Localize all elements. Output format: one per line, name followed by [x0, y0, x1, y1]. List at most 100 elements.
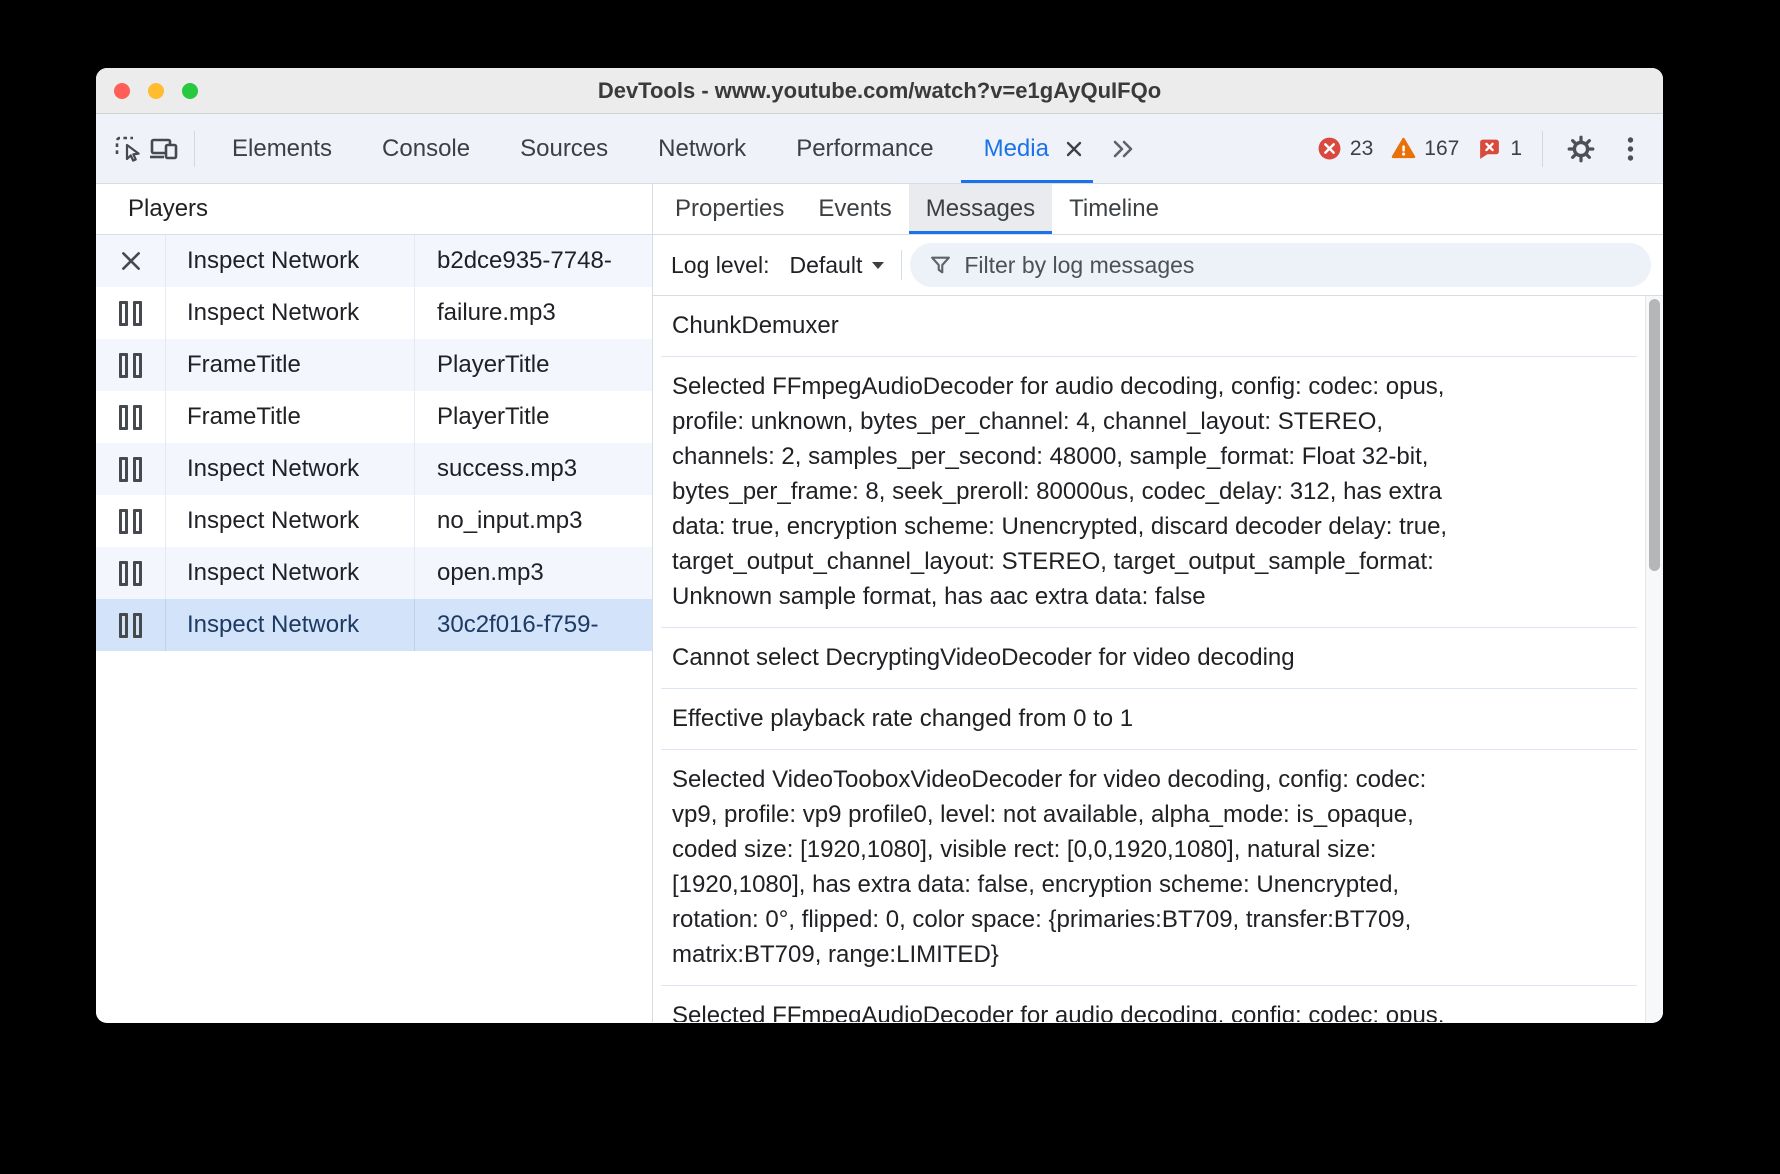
- log-message: Selected VideoTooboxVideoDecoder for vid…: [661, 750, 1637, 986]
- log-message: Selected FFmpegAudioDecoder for audio de…: [661, 986, 1637, 1022]
- log-message: Cannot select DecryptingVideoDecoder for…: [661, 628, 1637, 689]
- players-header: Players: [96, 184, 652, 235]
- player-value: PlayerTitle: [437, 403, 550, 430]
- log-level-dropdown[interactable]: Default: [783, 248, 891, 283]
- device-toolbar-button[interactable]: [146, 129, 182, 169]
- error-icon: [1318, 137, 1341, 160]
- close-icon: [121, 252, 140, 270]
- issue-count: 1: [1510, 136, 1522, 160]
- close-window-button[interactable]: [114, 83, 130, 99]
- pause-icon: [119, 352, 142, 378]
- filter-funnel-icon: [931, 256, 951, 274]
- tab-performance[interactable]: Performance: [771, 114, 958, 183]
- tab-elements[interactable]: Elements: [207, 114, 357, 183]
- settings-button[interactable]: [1563, 129, 1599, 169]
- player-value: PlayerTitle: [437, 351, 550, 378]
- devtools-menu-button[interactable]: [1617, 129, 1643, 169]
- messages-log: ChunkDemuxer Selected FFmpegAudioDecoder…: [653, 296, 1663, 1022]
- pause-icon: [119, 612, 142, 638]
- subtab-label: Messages: [925, 195, 1036, 222]
- pause-icon: [119, 508, 142, 534]
- device-toolbar-icon: [150, 138, 178, 159]
- player-name: FrameTitle: [166, 391, 415, 443]
- filter-box[interactable]: [910, 243, 1651, 287]
- issues-badge[interactable]: 1: [1477, 136, 1522, 161]
- player-row[interactable]: Inspect Network success.mp3: [96, 443, 652, 495]
- toolbar-separator: [194, 130, 195, 167]
- player-name: Inspect Network: [166, 287, 415, 339]
- more-tabs-chevron-icon: [1113, 140, 1133, 157]
- gear-icon: [1567, 135, 1595, 162]
- player-name: FrameTitle: [166, 339, 415, 391]
- player-name: Inspect Network: [166, 547, 415, 599]
- error-count: 23: [1349, 136, 1374, 160]
- tab-media[interactable]: Media: [959, 114, 1057, 183]
- traffic-lights: [114, 83, 198, 99]
- player-value: failure.mp3: [437, 299, 556, 326]
- close-icon: [1066, 141, 1082, 156]
- kebab-menu-icon: [1627, 136, 1633, 161]
- pause-icon: [119, 404, 142, 430]
- log-message: ChunkDemuxer: [661, 296, 1637, 357]
- messages-scrollbar[interactable]: [1645, 296, 1663, 1022]
- players-sidebar: Players Inspect Network b2dce935-7748- I…: [96, 184, 653, 1022]
- devtools-toolbar: Elements Console Sources Network Perform…: [96, 114, 1663, 184]
- pause-icon: [119, 560, 142, 586]
- warning-count: 167: [1424, 136, 1460, 160]
- log-level-value: Default: [789, 251, 863, 278]
- filter-input[interactable]: [964, 251, 1631, 279]
- inspect-element-button[interactable]: [110, 129, 146, 169]
- player-value: b2dce935-7748-: [437, 247, 612, 274]
- subtab-timeline[interactable]: Timeline: [1052, 184, 1176, 234]
- media-panel: Properties Events Messages Timeline Log …: [653, 184, 1663, 1022]
- tab-network[interactable]: Network: [633, 114, 771, 183]
- devtools-window: DevTools - www.youtube.com/watch?v=e1gAy…: [96, 68, 1663, 1023]
- subtab-messages[interactable]: Messages: [908, 184, 1053, 234]
- tab-console[interactable]: Console: [357, 114, 495, 183]
- subtab-properties[interactable]: Properties: [658, 184, 801, 234]
- window-title: DevTools - www.youtube.com/watch?v=e1gAy…: [597, 77, 1162, 103]
- chevron-down-icon: [872, 261, 885, 269]
- toolbar-separator: [901, 250, 903, 280]
- player-value: no_input.mp3: [437, 507, 583, 534]
- toolbar-right-group: 23 167 1: [1317, 129, 1643, 169]
- player-row[interactable]: Inspect Network no_input.mp3: [96, 495, 652, 547]
- warning-icon: [1392, 137, 1416, 159]
- player-row[interactable]: FrameTitle PlayerTitle: [96, 339, 652, 391]
- player-row[interactable]: Inspect Network open.mp3: [96, 547, 652, 599]
- player-name: Inspect Network: [166, 235, 415, 287]
- panel-tabs: Elements Console Sources Network Perform…: [207, 114, 1151, 183]
- close-media-tab-button[interactable]: [960, 114, 1095, 183]
- player-name: Inspect Network: [166, 443, 415, 495]
- pause-icon: [119, 456, 142, 482]
- more-tabs-button[interactable]: [1095, 114, 1151, 183]
- tab-sources[interactable]: Sources: [495, 114, 633, 183]
- player-subtabs: Properties Events Messages Timeline: [653, 184, 1663, 235]
- scrollbar-thumb[interactable]: [1649, 299, 1660, 571]
- log-level-label: Log level:: [671, 251, 770, 278]
- log-message: Effective playback rate changed from 0 t…: [661, 689, 1637, 750]
- player-name: Inspect Network: [166, 599, 415, 651]
- toolbar-separator: [1542, 130, 1543, 167]
- player-row-selected[interactable]: Inspect Network 30c2f016-f759-: [96, 599, 652, 651]
- player-value: 30c2f016-f759-: [437, 611, 599, 638]
- player-value: open.mp3: [437, 559, 544, 586]
- log-message: Selected FFmpegAudioDecoder for audio de…: [661, 357, 1637, 628]
- subtab-events[interactable]: Events: [801, 184, 908, 234]
- title-bar: DevTools - www.youtube.com/watch?v=e1gAy…: [96, 68, 1663, 114]
- player-value: success.mp3: [437, 455, 578, 482]
- player-row[interactable]: Inspect Network b2dce935-7748-: [96, 235, 652, 287]
- player-row[interactable]: FrameTitle PlayerTitle: [96, 391, 652, 443]
- issues-icon: [1480, 139, 1500, 159]
- active-tab-underline: [960, 180, 1093, 183]
- zoom-window-button[interactable]: [182, 83, 198, 99]
- player-name: Inspect Network: [166, 495, 415, 547]
- warning-badge[interactable]: 167: [1391, 136, 1459, 161]
- error-badge[interactable]: 23: [1317, 136, 1373, 161]
- messages-toolbar: Log level: Default: [653, 235, 1663, 296]
- active-subtab-underline: [908, 231, 1053, 234]
- pause-icon: [119, 300, 142, 326]
- inspect-icon: [115, 136, 140, 162]
- minimize-window-button[interactable]: [148, 83, 164, 99]
- player-row[interactable]: Inspect Network failure.mp3: [96, 287, 652, 339]
